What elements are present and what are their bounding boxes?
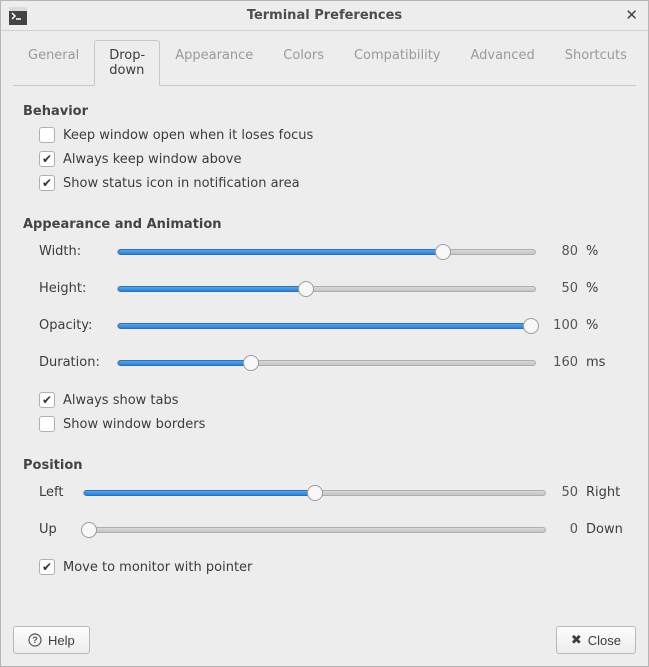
window-title: Terminal Preferences [247, 8, 402, 23]
slider-thumb[interactable] [435, 244, 451, 260]
borders-checkbox[interactable]: Show window borders [39, 416, 626, 432]
slider-thumb[interactable] [523, 318, 539, 334]
tab-compatibility[interactable]: Compatibility [339, 40, 456, 86]
footer: ? Help ✖ Close [1, 616, 648, 666]
appearance-anim-section: Width: 80 % Height: 50 % [23, 244, 626, 454]
help-button[interactable]: ? Help [13, 626, 90, 654]
always-tabs-checkbox[interactable]: ✔ Always show tabs [39, 392, 626, 408]
content-area: General Drop-down Appearance Colors Comp… [1, 31, 648, 616]
checkbox-icon [39, 416, 55, 432]
tab-shortcuts[interactable]: Shortcuts [550, 40, 642, 86]
vert-slider-row: Up 0 Down [39, 522, 626, 537]
duration-slider-row: Duration: 160 ms [39, 355, 626, 370]
duration-slider[interactable] [117, 360, 536, 366]
tab-appearance[interactable]: Appearance [160, 40, 268, 86]
height-slider[interactable] [117, 286, 536, 292]
duration-value: 160 [544, 355, 578, 370]
close-icon[interactable]: ✕ [625, 6, 638, 24]
tab-dropdown[interactable]: Drop-down [94, 40, 160, 86]
opacity-label: Opacity: [39, 318, 109, 333]
slider-thumb[interactable] [243, 355, 259, 371]
checkbox-icon: ✔ [39, 175, 55, 191]
duration-label: Duration: [39, 355, 109, 370]
width-slider-row: Width: 80 % [39, 244, 626, 259]
height-unit: % [586, 281, 626, 296]
borders-label: Show window borders [63, 417, 205, 432]
up-label: Up [39, 522, 75, 537]
horiz-slider[interactable] [83, 490, 546, 496]
vert-value: 0 [554, 522, 578, 537]
svg-text:?: ? [32, 635, 38, 645]
left-label: Left [39, 485, 75, 500]
help-icon: ? [28, 633, 42, 647]
width-unit: % [586, 244, 626, 259]
width-label: Width: [39, 244, 109, 259]
checkbox-icon [39, 127, 55, 143]
status-icon-checkbox[interactable]: ✔ Show status icon in notification area [39, 175, 626, 191]
vert-slider[interactable] [83, 527, 546, 533]
tab-general[interactable]: General [13, 40, 94, 86]
right-label: Right [586, 485, 626, 500]
always-above-checkbox[interactable]: ✔ Always keep window above [39, 151, 626, 167]
always-above-label: Always keep window above [63, 152, 241, 167]
height-value: 50 [544, 281, 578, 296]
slider-thumb[interactable] [298, 281, 314, 297]
opacity-slider-row: Opacity: 100 % [39, 318, 626, 333]
move-monitor-checkbox[interactable]: ✔ Move to monitor with pointer [39, 559, 626, 575]
opacity-value: 100 [544, 318, 578, 333]
tab-bar: General Drop-down Appearance Colors Comp… [13, 39, 636, 86]
keep-open-checkbox[interactable]: Keep window open when it loses focus [39, 127, 626, 143]
width-slider[interactable] [117, 249, 536, 255]
slider-thumb[interactable] [81, 522, 97, 538]
close-button[interactable]: ✖ Close [556, 626, 636, 654]
titlebar: Terminal Preferences ✕ [1, 1, 648, 31]
help-label: Help [48, 633, 75, 648]
tab-advanced[interactable]: Advanced [455, 40, 549, 86]
tab-colors[interactable]: Colors [268, 40, 339, 86]
width-value: 80 [544, 244, 578, 259]
duration-unit: ms [586, 355, 626, 370]
behavior-header: Behavior [23, 104, 626, 119]
slider-thumb[interactable] [307, 485, 323, 501]
height-label: Height: [39, 281, 109, 296]
position-header: Position [23, 458, 626, 473]
behavior-section: Keep window open when it loses focus ✔ A… [23, 127, 626, 213]
horiz-value: 50 [554, 485, 578, 500]
close-label: Close [588, 633, 621, 648]
down-label: Down [586, 522, 626, 537]
checkbox-icon: ✔ [39, 151, 55, 167]
keep-open-label: Keep window open when it loses focus [63, 128, 313, 143]
checkbox-icon: ✔ [39, 392, 55, 408]
close-icon: ✖ [571, 632, 582, 648]
status-icon-label: Show status icon in notification area [63, 176, 300, 191]
always-tabs-label: Always show tabs [63, 393, 179, 408]
move-monitor-label: Move to monitor with pointer [63, 560, 252, 575]
terminal-icon [9, 7, 27, 25]
horiz-slider-row: Left 50 Right [39, 485, 626, 500]
checkbox-icon: ✔ [39, 559, 55, 575]
tab-pane-dropdown: Behavior Keep window open when it loses … [13, 86, 636, 616]
opacity-slider[interactable] [117, 323, 536, 329]
opacity-unit: % [586, 318, 626, 333]
appearance-anim-header: Appearance and Animation [23, 217, 626, 232]
height-slider-row: Height: 50 % [39, 281, 626, 296]
position-section: Left 50 Right Up 0 Down [23, 485, 626, 597]
preferences-window: Terminal Preferences ✕ General Drop-down… [0, 0, 649, 667]
